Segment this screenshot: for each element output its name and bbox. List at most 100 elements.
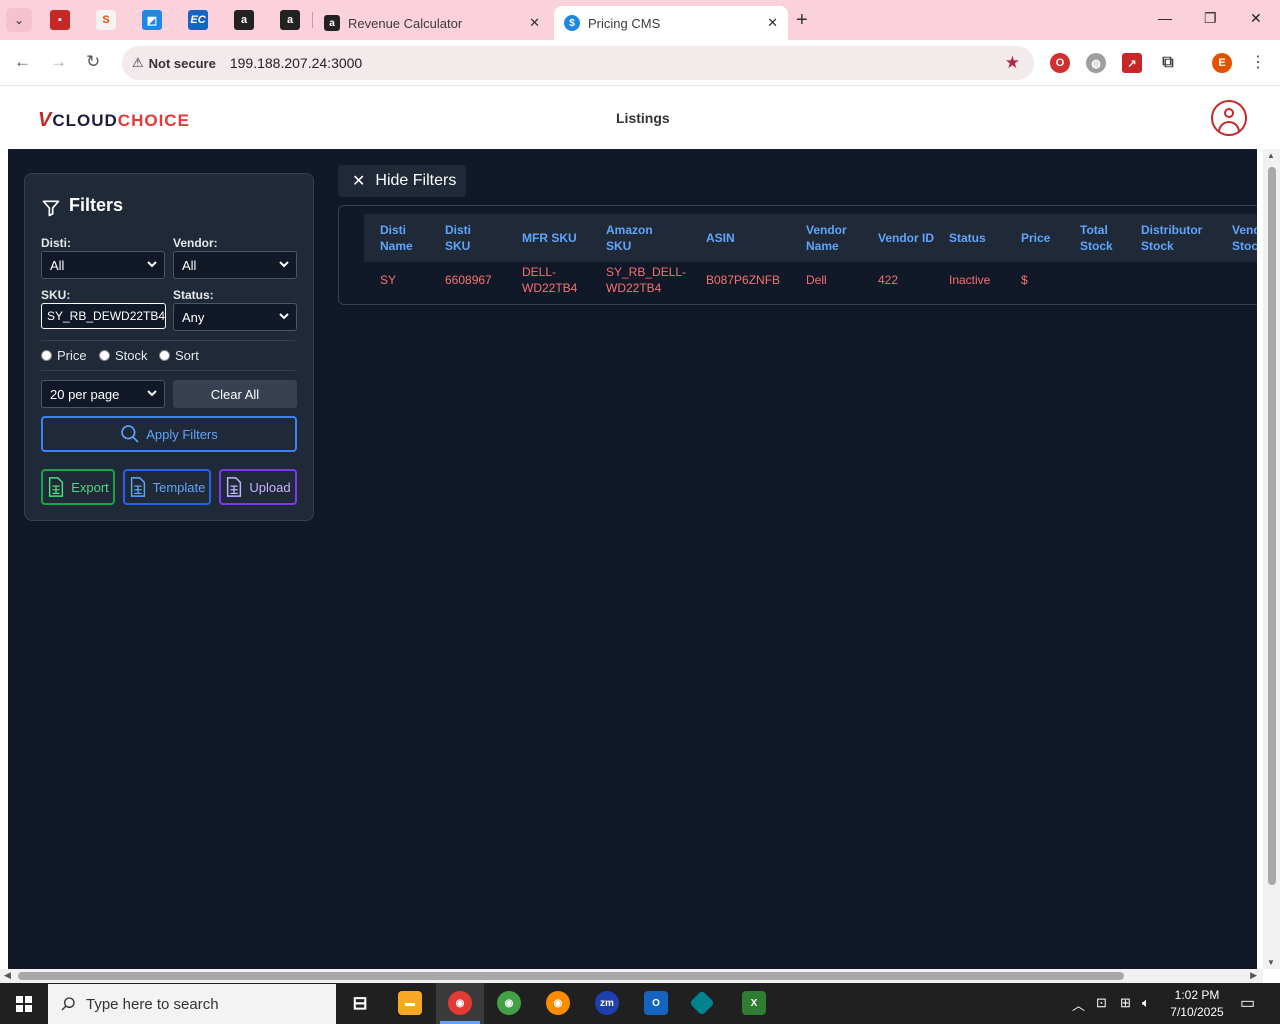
url-text[interactable]: 199.188.207.24:3000: [230, 55, 362, 71]
chevron-down-icon: [279, 261, 289, 268]
hide-filters-button[interactable]: ✕ Hide Filters: [338, 165, 466, 197]
chrome-profile-2-icon[interactable]: ◉: [497, 991, 521, 1015]
horizontal-scrollbar[interactable]: ◀ ▶: [0, 969, 1263, 983]
sku-input[interactable]: SY_RB_DEWD22TB4: [41, 303, 166, 329]
pinned-amazon-tab-icon[interactable]: a: [234, 10, 254, 30]
col-vendor-id[interactable]: Vendor ID: [878, 214, 934, 262]
bookmark-star-icon[interactable]: ★: [1005, 53, 1020, 73]
filter-funnel-icon: [42, 200, 60, 217]
col-status[interactable]: Status: [949, 214, 1005, 262]
close-tab-icon[interactable]: ✕: [529, 15, 540, 31]
outlook-icon[interactable]: O: [644, 991, 668, 1015]
export-button[interactable]: Export: [41, 469, 115, 505]
tab-pricing-cms[interactable]: $ Pricing CMS ✕: [554, 6, 788, 40]
radio-dot[interactable]: [99, 350, 110, 361]
status-select[interactable]: Any: [173, 303, 297, 331]
task-view-icon[interactable]: ⊟: [348, 991, 372, 1015]
address-bar[interactable]: ⚠ Not secure 199.188.207.24:3000 ★: [122, 46, 1034, 80]
apply-filters-button[interactable]: Apply Filters: [41, 416, 297, 452]
disti-select[interactable]: All: [41, 251, 165, 279]
profile-avatar[interactable]: E: [1212, 53, 1232, 73]
file-explorer-icon[interactable]: ▬: [398, 991, 422, 1015]
search-icon: [121, 425, 139, 443]
tab-search-dropdown[interactable]: ⌄: [6, 8, 32, 32]
radio-dot[interactable]: [159, 350, 170, 361]
not-secure-label[interactable]: Not secure: [149, 56, 216, 71]
vertical-scrollbar[interactable]: ▲ ▼: [1263, 149, 1280, 969]
table-row[interactable]: SY 6608967 DELL-WD22TB4 SY_RB_DELL-WD22T…: [364, 262, 1257, 298]
logo-cloud: CLOUD: [52, 111, 118, 130]
close-tab-icon[interactable]: ✕: [767, 15, 778, 31]
tray-wifi-icon[interactable]: ⊞: [1120, 995, 1131, 1011]
scroll-left-icon[interactable]: ◀: [4, 970, 11, 981]
stock-radio[interactable]: Stock: [99, 348, 148, 363]
app-diamond-icon[interactable]: [689, 990, 715, 1016]
template-button[interactable]: Template: [123, 469, 211, 505]
minimize-icon[interactable]: —: [1158, 10, 1172, 26]
forward-arrow-icon[interactable]: →: [50, 52, 67, 72]
scroll-up-icon[interactable]: ▲: [1267, 151, 1275, 160]
zoom-icon[interactable]: zm: [595, 991, 619, 1015]
cloudchoice-logo[interactable]: VCLOUDCHOICE: [38, 109, 190, 132]
pinned-tab-3-icon[interactable]: ◩: [142, 10, 162, 30]
col-vendor-name[interactable]: Vendor Name: [806, 214, 866, 262]
per-page-select[interactable]: 20 per page: [41, 380, 165, 408]
extension-opera-icon[interactable]: O: [1050, 53, 1070, 73]
col-distributor-stock[interactable]: Distributor Stock: [1141, 214, 1221, 262]
col-asin[interactable]: ASIN: [706, 214, 766, 262]
app-header: VCLOUDCHOICE Listings: [0, 87, 1280, 149]
chrome-profile-3-icon[interactable]: ◉: [546, 991, 570, 1015]
cell-vendor-name: Dell: [806, 273, 827, 287]
taskbar-clock[interactable]: 1:02 PM 7/10/2025: [1162, 987, 1232, 1021]
restore-icon[interactable]: ❐: [1204, 10, 1217, 27]
nav-listings[interactable]: Listings: [616, 110, 670, 126]
reload-icon[interactable]: ↻: [86, 52, 100, 72]
col-disti-sku[interactable]: Disti SKU: [445, 214, 495, 262]
clear-all-button[interactable]: Clear All: [173, 380, 297, 408]
pinned-tab-4-icon[interactable]: EC: [188, 10, 208, 30]
col-amazon-sku[interactable]: Amazon SKU: [606, 214, 676, 262]
clock-date: 7/10/2025: [1170, 1005, 1224, 1019]
status-select-value: Any: [182, 309, 205, 325]
col-mfr-sku[interactable]: MFR SKU: [522, 214, 590, 262]
user-account-icon[interactable]: [1211, 100, 1247, 136]
col-disti-name[interactable]: Disti Name: [380, 214, 432, 262]
col-price[interactable]: Price: [1021, 214, 1065, 262]
vendor-select[interactable]: All: [173, 251, 297, 279]
vertical-scroll-thumb[interactable]: [1268, 167, 1276, 885]
chrome-icon[interactable]: ◉: [448, 991, 472, 1015]
extension-globe-icon[interactable]: ◍: [1086, 53, 1106, 73]
extensions-puzzle-icon[interactable]: ⧉: [1158, 53, 1178, 73]
scroll-down-icon[interactable]: ▼: [1267, 958, 1275, 967]
back-arrow-icon[interactable]: ←: [14, 52, 31, 72]
tab-revenue-calculator[interactable]: a Revenue Calculator ✕: [314, 6, 550, 40]
cell-disti-sku: 6608967: [445, 273, 492, 287]
table-header: Disti Name Disti SKU MFR SKU Amazon SKU …: [364, 214, 1257, 262]
tray-network-alert-icon[interactable]: ⊡: [1096, 995, 1107, 1011]
price-radio[interactable]: Price: [41, 348, 87, 363]
chrome-menu-icon[interactable]: ⋮: [1250, 52, 1266, 72]
horizontal-scroll-thumb[interactable]: [18, 972, 1124, 980]
pinned-amazon-tab-2-icon[interactable]: a: [280, 10, 300, 30]
tab-separator: [312, 12, 313, 28]
new-tab-plus-icon[interactable]: +: [796, 9, 808, 32]
col-total-stock[interactable]: Total Stock: [1080, 214, 1128, 262]
taskbar-search-box[interactable]: Type here to search: [48, 984, 336, 1024]
sort-radio[interactable]: Sort: [159, 348, 199, 363]
close-window-icon[interactable]: ✕: [1250, 10, 1262, 27]
pinned-tab-2-icon[interactable]: S: [96, 10, 116, 30]
cell-amazon-sku: SY_RB_DELL-WD22TB4: [606, 265, 687, 295]
radio-dot[interactable]: [41, 350, 52, 361]
warning-triangle-icon[interactable]: ⚠: [132, 55, 144, 71]
tab-label: Pricing CMS: [588, 15, 661, 31]
upload-button[interactable]: Upload: [219, 469, 297, 505]
notifications-icon[interactable]: ▭: [1240, 993, 1255, 1013]
tray-chevron-up-icon[interactable]: ︿: [1072, 995, 1085, 1014]
windows-start-icon[interactable]: [16, 996, 32, 1012]
extension-pdf-icon[interactable]: ↗: [1122, 53, 1142, 73]
pinned-tab-1-icon[interactable]: ▪: [50, 10, 70, 30]
excel-icon[interactable]: X: [742, 991, 766, 1015]
col-vendor-stock[interactable]: Vendor Stock: [1232, 214, 1257, 262]
scroll-right-icon[interactable]: ▶: [1250, 970, 1257, 981]
tray-volume-icon[interactable]: 🔈︎: [1142, 995, 1150, 1011]
